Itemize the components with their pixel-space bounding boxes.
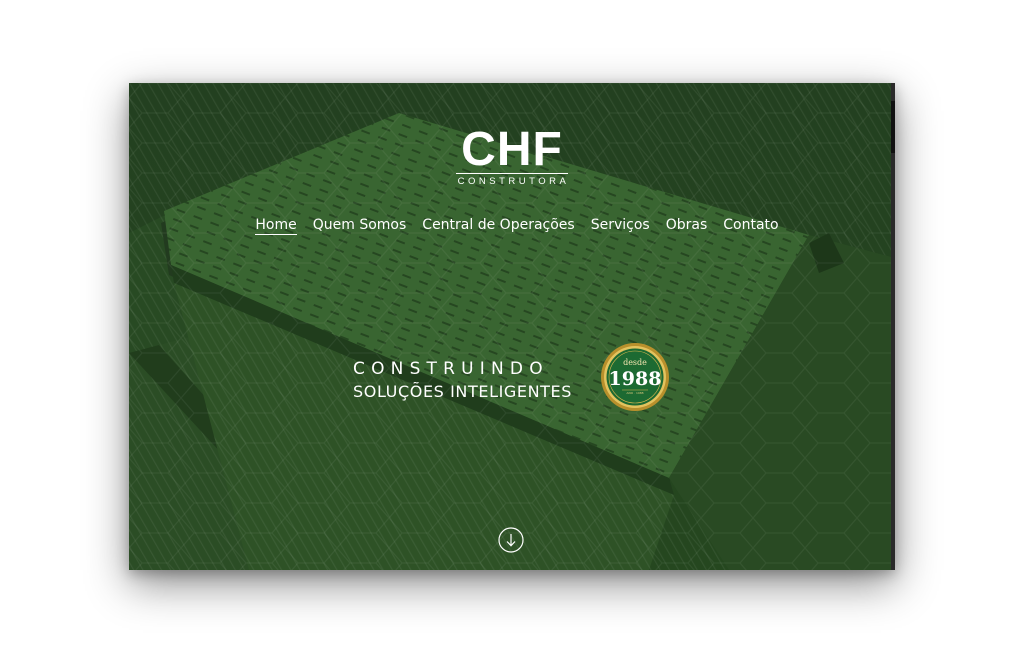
hero-tagline: CONSTRUINDO SOLUÇÕES INTELIGENTES xyxy=(353,358,572,403)
nav-item-quem-somos[interactable]: Quem Somos xyxy=(313,217,407,235)
nav-item-central-de-operacoes[interactable]: Central de Operações xyxy=(422,217,574,235)
seal-top-text: desde xyxy=(623,358,647,367)
scrollbar-thumb[interactable] xyxy=(891,101,895,153)
site-logo[interactable]: CHF CONSTRUTORA xyxy=(454,123,570,187)
main-navigation: Home Quem Somos Central de Operações Ser… xyxy=(129,217,895,235)
nav-item-obras[interactable]: Obras xyxy=(666,217,708,235)
arrow-down-circle-icon[interactable] xyxy=(498,527,524,553)
seal-year: 1988 xyxy=(609,368,662,390)
page-stage: CHF CONSTRUTORA Home Quem Somos Central … xyxy=(0,0,1024,652)
hero-headline: CONSTRUINDO xyxy=(353,359,549,379)
nav-item-servicos[interactable]: Serviços xyxy=(591,217,650,235)
hero-subheadline: SOLUÇÕES INTELIGENTES xyxy=(353,382,573,401)
since-1988-seal: desde 1988 ANO · 1988 xyxy=(601,343,669,411)
logo-wordmark: CHF xyxy=(461,123,563,176)
window-scrollbar[interactable] xyxy=(891,83,895,570)
seal-bottom-text: ANO · 1988 xyxy=(626,391,643,395)
nav-item-home[interactable]: Home xyxy=(255,217,297,235)
nav-item-contato[interactable]: Contato xyxy=(723,217,778,235)
logo-subtitle: CONSTRUTORA xyxy=(457,176,570,187)
browser-window: CHF CONSTRUTORA Home Quem Somos Central … xyxy=(129,83,895,570)
